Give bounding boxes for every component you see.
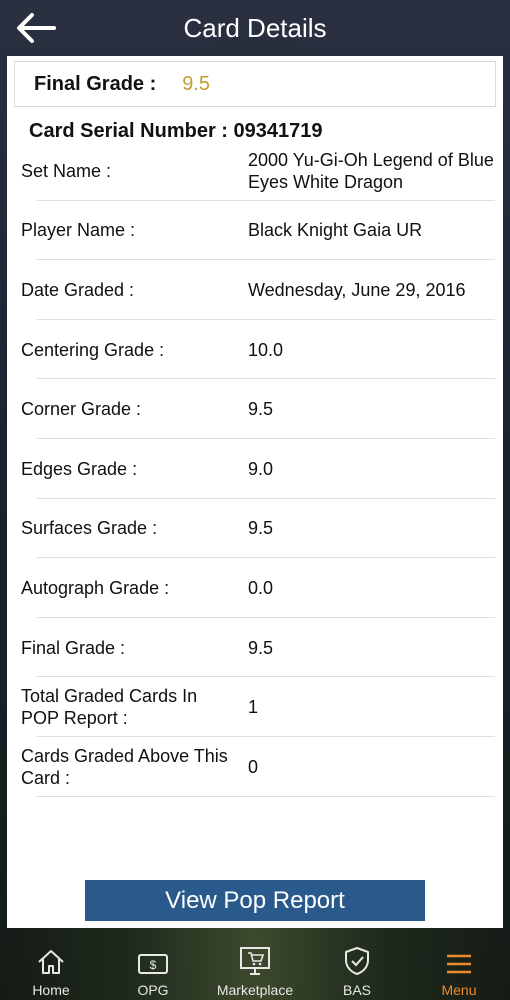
- tab-opg[interactable]: $ OPG: [102, 928, 204, 1000]
- detail-label: Autograph Grade :: [21, 577, 170, 598]
- tab-label: OPG: [137, 982, 169, 998]
- detail-label: Date Graded :: [21, 279, 135, 300]
- view-pop-report-button[interactable]: View Pop Report: [85, 880, 425, 921]
- detail-row: Centering Grade : 10.0: [7, 320, 503, 380]
- detail-label: Total Graded Cards In POP Report :: [21, 686, 198, 729]
- detail-row: Set Name : 2000 Yu-Gi-Oh Legend of Blue …: [7, 141, 503, 201]
- detail-label: Edges Grade :: [21, 458, 138, 479]
- tab-home[interactable]: Home: [0, 928, 102, 1000]
- page-title: Card Details: [183, 12, 327, 43]
- detail-label: Player Name :: [21, 220, 136, 241]
- detail-label: Final Grade :: [21, 637, 126, 658]
- card-details-panel: Final Grade : 9.5 Card Serial Number : 0…: [7, 56, 503, 928]
- detail-value: 0: [248, 756, 259, 777]
- detail-value: 9.5: [248, 518, 274, 539]
- detail-row: Edges Grade : 9.0: [7, 439, 503, 499]
- tab-label: Menu: [441, 982, 477, 998]
- detail-value: 2000 Yu-Gi-Oh Legend of Blue Eyes White …: [248, 149, 494, 192]
- detail-label: Cards Graded Above This Card :: [21, 745, 228, 788]
- shield-check-icon: [344, 944, 370, 976]
- detail-value: 0.0: [248, 577, 274, 598]
- back-arrow-icon[interactable]: [14, 10, 58, 46]
- marketplace-icon: [239, 944, 271, 976]
- detail-label: Centering Grade :: [21, 339, 165, 360]
- header: Card Details: [0, 0, 510, 56]
- detail-value: 9.5: [248, 637, 274, 658]
- detail-label: Corner Grade :: [21, 399, 142, 420]
- detail-row: Surfaces Grade : 9.5: [7, 499, 503, 559]
- detail-row: Final Grade : 9.5: [7, 618, 503, 678]
- detail-row: Total Graded Cards In POP Report : 1: [7, 677, 503, 737]
- detail-row: Corner Grade : 9.5: [7, 379, 503, 439]
- detail-label: Set Name :: [21, 160, 112, 181]
- home-icon: [36, 944, 66, 976]
- detail-value: 9.0: [248, 458, 274, 479]
- detail-row: Autograph Grade : 0.0: [7, 558, 503, 618]
- svg-text:$: $: [150, 958, 157, 972]
- detail-value: 10.0: [248, 339, 284, 360]
- detail-value: 9.5: [248, 399, 274, 420]
- tab-label: Marketplace: [216, 982, 294, 998]
- card-serial-number: Card Serial Number : 09341719: [29, 120, 323, 142]
- tab-marketplace[interactable]: Marketplace: [204, 928, 306, 1000]
- details-list: Set Name : 2000 Yu-Gi-Oh Legend of Blue …: [7, 141, 503, 797]
- tab-bas[interactable]: BAS: [306, 928, 408, 1000]
- final-grade-label: Final Grade :: [34, 72, 157, 95]
- detail-value: Wednesday, June 29, 2016: [248, 279, 466, 300]
- detail-row: Cards Graded Above This Card : 0: [7, 737, 503, 797]
- detail-value: Black Knight Gaia UR: [248, 220, 423, 241]
- detail-label: Surfaces Grade :: [21, 518, 158, 539]
- detail-row: Player Name : Black Knight Gaia UR: [7, 201, 503, 261]
- money-icon: $: [137, 944, 169, 976]
- bottom-tab-bar: Home $ OPG Marketplace BAS Menu: [0, 928, 510, 1000]
- detail-value: 1: [248, 697, 259, 718]
- tab-label: Home: [32, 982, 70, 998]
- detail-row: Date Graded : Wednesday, June 29, 2016: [7, 260, 503, 320]
- final-grade-box: Final Grade : 9.5: [14, 61, 496, 107]
- final-grade-value: 9.5: [182, 72, 211, 95]
- menu-icon: [445, 944, 473, 976]
- tab-label: BAS: [342, 982, 371, 998]
- tab-menu[interactable]: Menu: [408, 928, 510, 1000]
